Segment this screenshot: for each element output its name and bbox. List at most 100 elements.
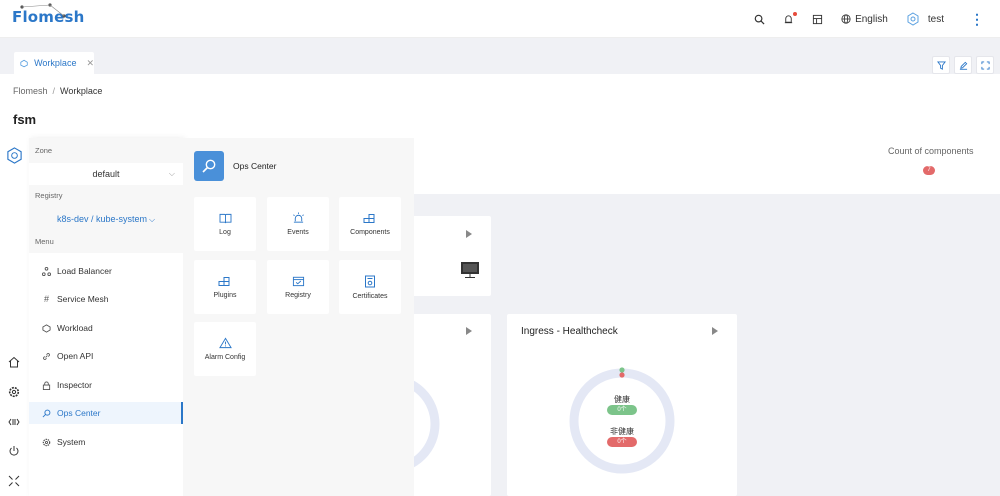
link-icon	[42, 352, 51, 361]
breadcrumb-root[interactable]: Flomesh	[13, 86, 48, 96]
sidebar-item-ops-center[interactable]: Ops Center	[29, 402, 183, 424]
close-icon[interactable]: ✕	[86, 58, 94, 69]
zone-label: Zone	[35, 146, 53, 155]
breadcrumb-separator: /	[52, 86, 56, 96]
play-icon[interactable]	[466, 230, 472, 238]
layout-icon[interactable]	[812, 14, 823, 25]
sidebar-item-open-api[interactable]: Open API	[29, 345, 183, 367]
registry-select[interactable]: k8s-dev / kube-system ⌵	[29, 208, 183, 230]
top-bar: Flomesh English test ⋮	[0, 0, 1000, 38]
tile-label: Registry	[285, 292, 311, 299]
ops-center-panel: Ops Center Log Events Components Plugins…	[183, 138, 414, 496]
plugin-blocks-icon	[218, 276, 230, 286]
tab-workplace[interactable]: Workplace ✕	[14, 52, 94, 74]
ops-center-title: Ops Center	[233, 161, 277, 171]
sidebar-menu-panel: Zone default ⌵ Registry k8s-dev / kube-s…	[29, 138, 183, 496]
home-icon[interactable]	[7, 355, 21, 369]
sidebar-item-label: Workload	[57, 323, 93, 333]
flomesh-logo[interactable]: Flomesh	[12, 3, 85, 26]
sidebar-item-inspector[interactable]: Inspector	[29, 374, 183, 396]
registry-value: k8s-dev / kube-system	[56, 214, 147, 224]
tile-label: Plugins	[213, 291, 237, 299]
lock-icon	[42, 380, 51, 390]
healthy-label: 健康	[614, 395, 630, 404]
menu-list: Load Balancer # Service Mesh Workload Op…	[29, 253, 183, 496]
hexagon-icon	[42, 323, 51, 333]
hexagon-gear-icon[interactable]	[5, 146, 23, 164]
language-selector[interactable]: English	[841, 14, 888, 25]
left-rail	[0, 138, 29, 496]
tile-label: Alarm Config	[204, 354, 246, 361]
healthy-count: 0个	[607, 405, 637, 415]
edit-icon	[959, 61, 967, 70]
registry-label: Registry	[35, 191, 63, 200]
notification-dot	[793, 11, 798, 16]
language-label: English	[855, 13, 888, 25]
tile-alarm-config[interactable]: Alarm Config	[194, 322, 256, 376]
zone-select[interactable]: default ⌵	[29, 163, 183, 185]
tile-components[interactable]: Components	[339, 197, 401, 251]
tile-plugins[interactable]: Plugins	[194, 260, 256, 314]
warning-icon	[218, 337, 232, 349]
notification-bell-icon[interactable]	[783, 11, 798, 25]
sidebar-item-label: Open API	[57, 351, 94, 361]
sidebar-item-system[interactable]: System	[29, 431, 183, 453]
zone-value: default	[92, 169, 120, 179]
tab-label: Workplace	[34, 58, 77, 68]
health-donut-chart	[569, 367, 675, 474]
sidebar-item-service-mesh[interactable]: # Service Mesh	[29, 288, 183, 310]
more-vertical-icon[interactable]: ⋮	[970, 11, 984, 28]
calendar-check-icon	[292, 276, 304, 287]
ops-center-icon	[194, 151, 224, 181]
sidebar-item-label: System	[57, 437, 86, 447]
play-icon[interactable]	[466, 327, 472, 335]
power-icon[interactable]	[7, 444, 21, 458]
tile-registry[interactable]: Registry	[267, 260, 329, 314]
collapse-icon[interactable]	[7, 474, 21, 488]
logo-network-icon	[20, 3, 66, 18]
tile-label: Log	[219, 228, 231, 236]
ingress-healthcheck-card: Ingress - Healthcheck 健康 0个 非健康 0个	[507, 314, 737, 496]
sidebar-item-workload[interactable]: Workload	[29, 317, 183, 339]
sidebar-item-load-balancer[interactable]: Load Balancer	[29, 260, 183, 282]
count-of-components-badge: 7	[923, 166, 935, 175]
tile-events[interactable]: Events	[267, 197, 329, 251]
page-title: fsm	[13, 112, 37, 127]
user-avatar-icon	[907, 12, 919, 26]
play-icon[interactable]	[712, 327, 718, 335]
card-title: Ingress - Healthcheck	[521, 326, 618, 337]
workplace-icon	[20, 59, 28, 67]
count-of-components-label: Count of components	[888, 146, 974, 156]
sidebar-item-label: Service Mesh	[57, 294, 109, 304]
gear-icon	[42, 438, 51, 447]
chevron-down-icon: ⌵	[168, 169, 175, 178]
alarm-light-icon	[292, 212, 304, 223]
breadcrumb-current: Workplace	[60, 86, 103, 96]
sidebar-item-label: Ops Center	[57, 408, 101, 418]
tabs-bar	[0, 38, 1000, 74]
code-icon[interactable]	[7, 415, 21, 429]
globe-icon	[841, 14, 851, 24]
blocks-icon	[363, 213, 375, 223]
search-icon[interactable]	[754, 14, 765, 25]
tile-label: Events	[287, 229, 309, 236]
tile-label: Certificates	[352, 292, 388, 300]
filter-button[interactable]	[932, 56, 950, 74]
unhealthy-count: 0个	[607, 437, 637, 447]
menu-label: Menu	[35, 237, 54, 246]
user-menu[interactable]: test	[906, 12, 944, 26]
monitor-icon	[461, 262, 479, 278]
edit-button[interactable]	[954, 56, 972, 74]
certificate-icon	[365, 275, 375, 287]
tile-log[interactable]: Log	[194, 197, 256, 251]
chevron-down-icon: ⌵	[148, 215, 156, 224]
fullscreen-button[interactable]	[976, 56, 994, 74]
hash-icon: #	[43, 294, 49, 304]
tile-certificates[interactable]: Certificates	[339, 260, 401, 314]
filter-icon	[936, 60, 946, 70]
sidebar-item-label: Load Balancer	[57, 266, 112, 276]
expand-icon	[980, 60, 990, 70]
unhealthy-label: 非健康	[610, 427, 634, 436]
settings-icon[interactable]	[7, 385, 21, 399]
breadcrumb: Flomesh / Workplace	[13, 86, 102, 96]
